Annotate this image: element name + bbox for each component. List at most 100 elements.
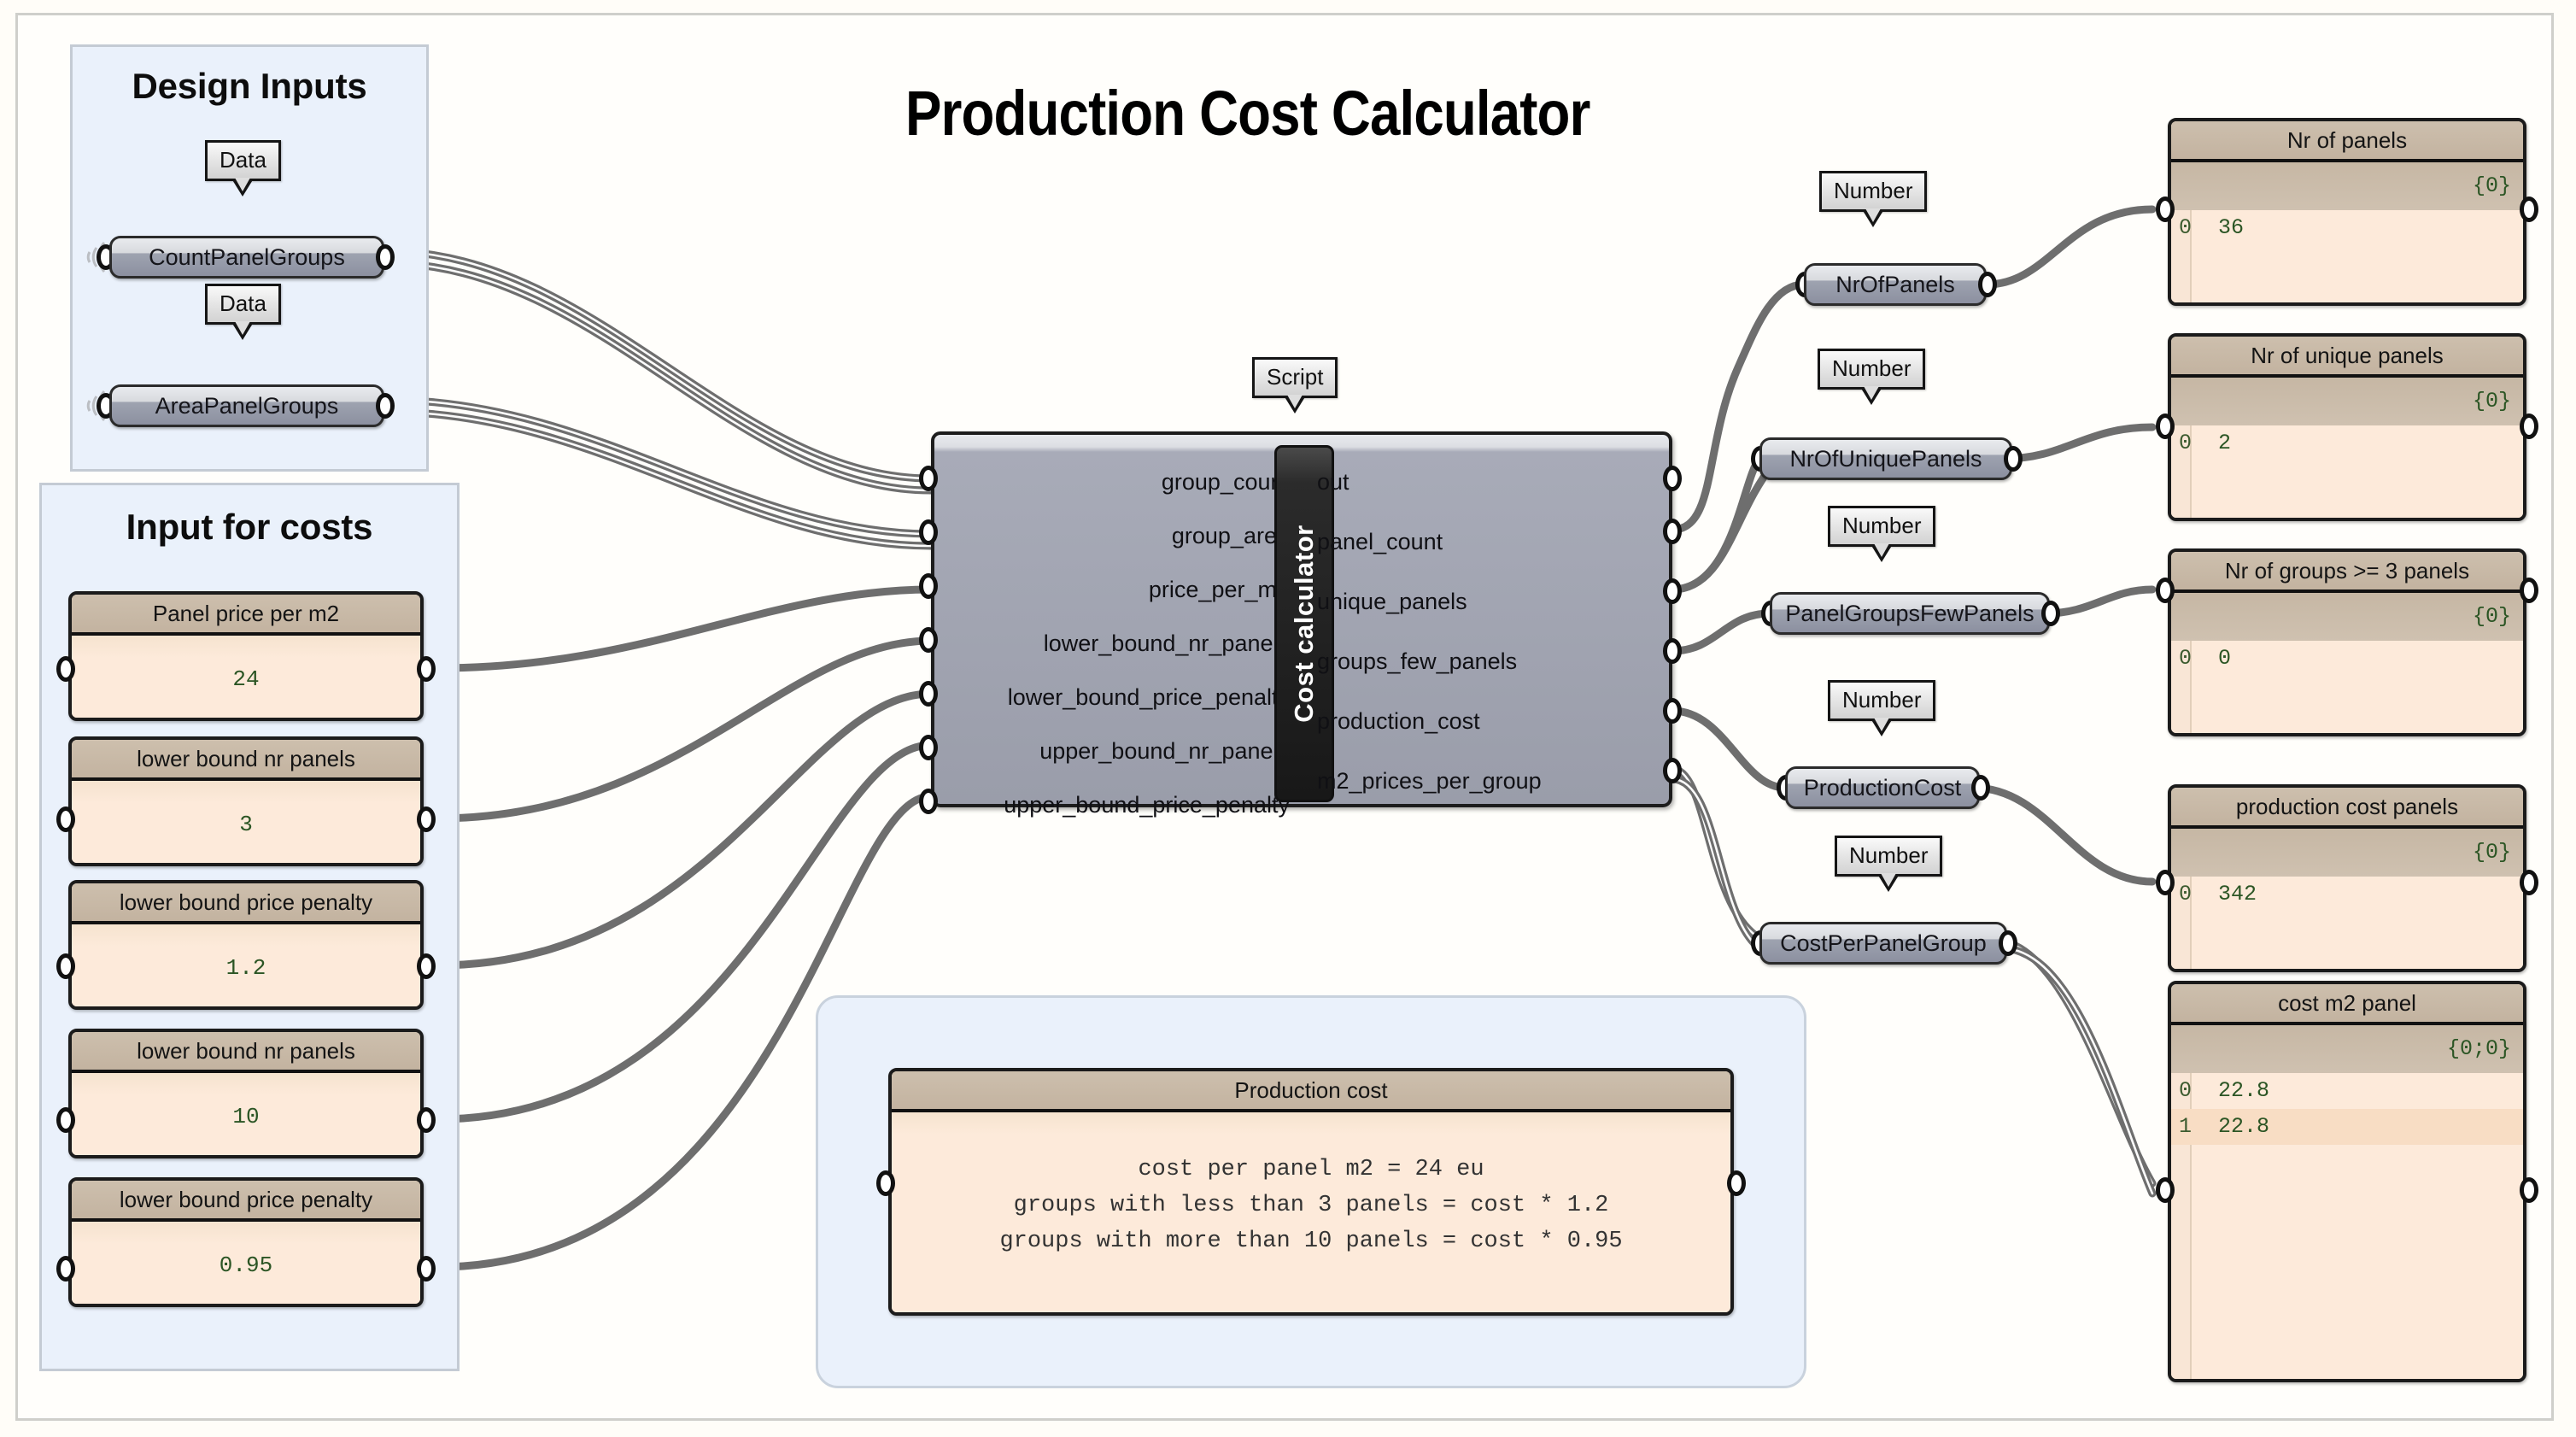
script-output-panel-count: panel_count [1317,529,1443,554]
param-node-countpanelgroups[interactable]: CountPanelGroups [109,236,384,279]
port-grip-areapanelgroups-out[interactable] [376,393,395,419]
group-input-for-costs-label: Input for costs [126,507,373,547]
port-grip-script-in-price-per-m2[interactable] [919,573,938,599]
port-grip-countpanelgroups-out[interactable] [376,244,395,270]
output-panel-production-cost-panels[interactable]: production cost panels {0} 0 342 [2168,784,2526,972]
port-grip-nr-of-panels-in[interactable] [2156,196,2175,222]
row-index: 1 [2178,1114,2192,1139]
balloon-tail-icon [1862,208,1885,227]
data-path-label: {0;0} [2171,1025,2523,1073]
grasshopper-canvas[interactable]: .w { fill:none; stroke:#6e6e6e; stroke-w… [0,0,2576,1437]
output-rows: 0 2 [2171,425,2523,461]
param-node-label: PanelGroupsFewPanels [1785,600,2034,626]
port-grip-panel-price-out[interactable] [417,656,436,682]
port-grip-lb-price-12-in[interactable] [56,953,75,979]
input-panel-body[interactable]: 24 [72,636,420,718]
port-grip-cost-m2-panel-in[interactable] [2156,1177,2175,1203]
port-grip-nr-of-unique-panels-in[interactable] [2156,414,2175,439]
output-panel-title: Nr of groups >= 3 panels [2171,552,2523,593]
port-grip-script-out-m2-prices-per-group[interactable] [1663,758,1682,783]
script-output-m2-prices-per-group: m2_prices_per_group [1317,768,1542,794]
input-panel-body[interactable]: 1.2 [72,924,420,1006]
input-panel-lower-bound-price-penalty-095[interactable]: lower bound price penalty 0.95 [68,1177,424,1307]
port-grip-note-panel-in[interactable] [876,1170,895,1196]
port-grip-costperpanelgroup-out[interactable] [1999,930,2017,956]
input-panel-lower-bound-price-penalty-12[interactable]: lower bound price penalty 1.2 [68,880,424,1010]
balloon-tail-icon [231,321,255,340]
output-panel-body[interactable]: {0} 0 342 [2171,829,2523,969]
output-panel-body[interactable]: {0} 0 0 [2171,593,2523,733]
balloon-number-costperpanelgroup: Number [1835,836,1943,892]
output-panel-nr-of-panels[interactable]: Nr of panels {0} 0 36 [2168,118,2526,306]
port-grip-productioncost-out[interactable] [1971,775,1990,801]
input-panel-panel-price-per-m2[interactable]: Panel price per m2 24 [68,591,424,721]
param-node-nrofuniquepanels[interactable]: NrOfUniquePanels [1759,437,2012,480]
param-node-label: NrOfUniquePanels [1789,445,1982,472]
port-grip-lb-nr-panels-10-out[interactable] [417,1107,436,1133]
row-value: 342 [2218,882,2257,906]
output-rows: 0 22.8 1 22.8 [2171,1073,2523,1145]
script-component-cost-calculator[interactable]: group_count group_area price_per_m2 lowe… [931,431,1672,818]
script-component-namebar[interactable]: Cost calculator [1274,445,1334,802]
row-index: 0 [2178,215,2192,240]
port-grip-lb-nr-panels-3-out[interactable] [417,806,436,832]
port-grip-lb-nr-panels-3-in[interactable] [56,806,75,832]
note-panel-title: Production cost [892,1071,1730,1112]
output-panel-cost-m2-panel[interactable]: cost m2 panel {0;0} 0 22.8 1 22.8 [2168,981,2526,1382]
input-panel-body[interactable]: 3 [72,781,420,863]
table-row: 0 0 [2171,641,2523,677]
row-index: 0 [2178,431,2192,455]
note-line-2: groups with less than 3 panels = cost * … [1013,1193,1609,1218]
port-grip-script-out-out[interactable] [1663,466,1682,491]
param-node-costperpanelgroup[interactable]: CostPerPanelGroup [1759,922,2007,965]
port-grip-script-in-group-count[interactable] [919,466,938,491]
output-panel-body[interactable]: {0} 0 2 [2171,378,2523,518]
param-node-nrofpanels[interactable]: NrOfPanels [1804,263,1987,306]
script-input-price-per-m2: price_per_m2 [1148,577,1290,602]
port-grip-script-in-group-area[interactable] [919,519,938,545]
script-output-groups-few-panels: groups_few_panels [1317,648,1518,674]
input-panel-body[interactable]: 0.95 [72,1222,420,1304]
note-panel-body[interactable]: cost per panel m2 = 24 eu groups with le… [892,1112,1730,1312]
port-grip-script-in-upper-bound-price-penalty[interactable] [919,789,938,814]
port-grip-production-cost-panels-in[interactable] [2156,870,2175,895]
port-grip-script-out-unique-panels[interactable] [1663,578,1682,604]
port-grip-lb-nr-panels-10-in[interactable] [56,1107,75,1133]
port-grip-nr-of-unique-panels-out[interactable] [2520,414,2538,439]
port-grip-script-out-panel-count[interactable] [1663,519,1682,544]
output-panel-nr-of-groups-ge-3-panels[interactable]: Nr of groups >= 3 panels {0} 0 0 [2168,548,2526,736]
output-panel-nr-of-unique-panels[interactable]: Nr of unique panels {0} 0 2 [2168,333,2526,521]
output-panel-body[interactable]: {0} 0 36 [2171,162,2523,302]
port-grip-nr-of-groups-in[interactable] [2156,578,2175,603]
input-panel-lower-bound-nr-panels-10[interactable]: lower bound nr panels 10 [68,1029,424,1158]
port-grip-lb-price-12-out[interactable] [417,953,436,979]
param-node-areapanelgroups[interactable]: AreaPanelGroups [109,384,384,427]
param-node-productioncost[interactable]: ProductionCost [1785,766,1980,809]
param-node-panelgroupsfewpanels[interactable]: PanelGroupsFewPanels [1770,592,2050,635]
port-grip-lb-price-095-out[interactable] [417,1256,436,1282]
port-grip-production-cost-panels-out[interactable] [2520,870,2538,895]
port-grip-nr-of-groups-out[interactable] [2520,578,2538,603]
port-grip-script-in-upper-bound-nr-panels[interactable] [919,735,938,760]
port-grip-note-panel-out[interactable] [1727,1170,1746,1196]
port-grip-nr-of-panels-out[interactable] [2520,196,2538,222]
port-grip-script-in-lower-bound-nr-panels[interactable] [919,627,938,653]
script-output-unique-panels: unique_panels [1317,589,1467,614]
port-grip-script-out-groups-few-panels[interactable] [1663,638,1682,664]
input-panel-body[interactable]: 10 [72,1073,420,1155]
input-panel-lower-bound-nr-panels-3[interactable]: lower bound nr panels 3 [68,736,424,866]
port-grip-nrofpanels-out[interactable] [1978,272,1997,297]
port-grip-script-in-lower-bound-price-penalty[interactable] [919,681,938,707]
port-grip-panelgroupsfewpanels-out[interactable] [2041,601,2060,626]
balloon-label: Number [1842,513,1922,538]
note-line-3: groups with more than 10 panels = cost *… [999,1229,1623,1254]
output-panel-body[interactable]: {0;0} 0 22.8 1 22.8 [2171,1025,2523,1379]
note-panel-production-cost[interactable]: Production cost cost per panel m2 = 24 e… [888,1068,1734,1316]
port-grip-lb-price-095-in[interactable] [56,1256,75,1282]
port-grip-nrofuniquepanels-out[interactable] [2004,446,2023,472]
input-panel-title: Panel price per m2 [72,595,420,636]
port-grip-script-out-production-cost[interactable] [1663,698,1682,724]
port-grip-panel-price-in[interactable] [56,656,75,682]
balloon-number-nrofpanels: Number [1819,171,1928,227]
port-grip-cost-m2-panel-out[interactable] [2520,1177,2538,1203]
